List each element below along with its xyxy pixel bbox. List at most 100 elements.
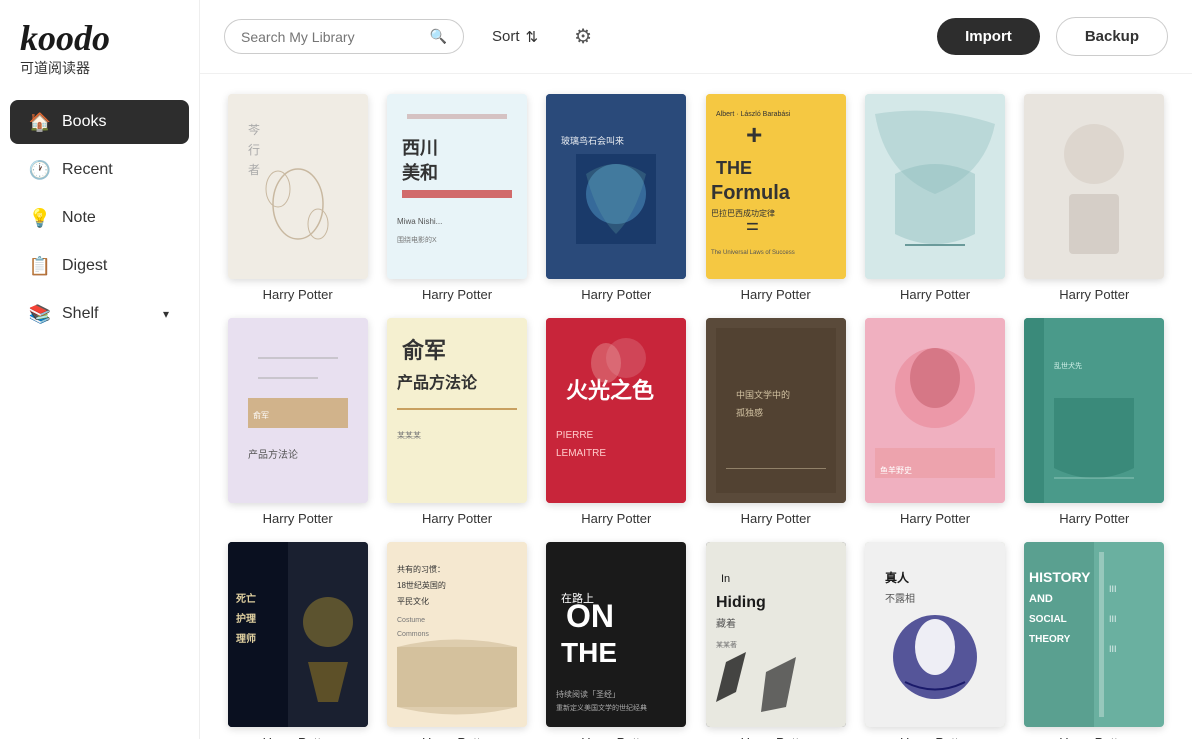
- list-item[interactable]: Harry Potter: [861, 94, 1008, 302]
- list-item[interactable]: 在路上 ON THE 持续阅读「圣经」 重新定义美国文学的世纪经典 Harry …: [543, 542, 690, 739]
- svg-text:ON: ON: [566, 598, 614, 634]
- svg-text:某某著: 某某著: [716, 640, 737, 649]
- book-title: Harry Potter: [1059, 287, 1129, 302]
- list-item[interactable]: Albert · László Barabási + THE Formula 巴…: [702, 94, 849, 302]
- bulb-icon: 💡: [30, 208, 50, 228]
- list-item[interactable]: 中国文学中的 孤独感 Harry Potter: [702, 318, 849, 526]
- svg-text:The Universal Laws of Success: The Universal Laws of Success: [711, 250, 795, 256]
- home-icon: 🏠: [30, 112, 50, 132]
- book-cover: [1024, 94, 1164, 279]
- book-title: Harry Potter: [263, 511, 333, 526]
- list-item[interactable]: Harry Potter: [1021, 94, 1168, 302]
- svg-text:玻璃鸟石会叫来: 玻璃鸟石会叫来: [561, 135, 624, 146]
- book-cover: 玻璃鸟石会叫来: [546, 94, 686, 279]
- book-cover: In Hiding 藏着 某某著: [706, 542, 846, 727]
- svg-text:Albert · László Barabási: Albert · László Barabási: [716, 111, 791, 118]
- svg-text:Miwa Nishi...: Miwa Nishi...: [397, 217, 442, 226]
- main-content: 🔍 Sort ⇅ ⚙ Import Backup 芩 行 者: [200, 0, 1192, 739]
- gear-icon: ⚙: [574, 26, 592, 48]
- chevron-down-icon: ▾: [163, 307, 169, 321]
- list-item[interactable]: 俞军 产品方法论 某某某 Harry Potter: [383, 318, 530, 526]
- list-item[interactable]: 西川 美和 Miwa Nishi... 围绕电影的X Harry Potter: [383, 94, 530, 302]
- sidebar-item-note[interactable]: 💡 Note: [10, 196, 189, 240]
- svg-text:孤独感: 孤独感: [736, 407, 763, 418]
- svg-text:行: 行: [248, 143, 260, 157]
- svg-text:俞军: 俞军: [253, 410, 269, 420]
- svg-text:LEMAITRE: LEMAITRE: [556, 448, 606, 459]
- book-title: Harry Potter: [581, 735, 651, 739]
- svg-text:中国文学中的: 中国文学中的: [736, 389, 790, 400]
- book-title: Harry Potter: [1059, 511, 1129, 526]
- sidebar-shelf-label: Shelf: [62, 305, 98, 323]
- list-item[interactable]: 芩 行 者 Harry Potter: [224, 94, 371, 302]
- sort-button[interactable]: Sort ⇅: [480, 20, 550, 54]
- list-item[interactable]: 真人 不露相 Harry Potter: [861, 542, 1008, 739]
- svg-text:PIERRE: PIERRE: [556, 430, 594, 441]
- svg-text:Commons: Commons: [397, 631, 429, 638]
- svg-text:产品方法论: 产品方法论: [248, 448, 298, 461]
- list-item[interactable]: HISTORY AND SOCIAL THEORY III III III Ha…: [1021, 542, 1168, 739]
- svg-text:THE: THE: [561, 637, 617, 668]
- header: 🔍 Sort ⇅ ⚙ Import Backup: [200, 0, 1192, 74]
- book-cover: 共有的习惯： 18世纪英国的 平民文化 Costume Commons: [387, 542, 527, 727]
- backup-button[interactable]: Backup: [1056, 17, 1168, 56]
- svg-text:围绕电影的X: 围绕电影的X: [397, 235, 437, 244]
- svg-text:藏着: 藏着: [716, 617, 736, 630]
- sidebar-item-books[interactable]: 🏠 Books: [10, 100, 189, 144]
- list-item[interactable]: 俞军 产品方法论 Harry Potter: [224, 318, 371, 526]
- svg-text:产品方法论: 产品方法论: [397, 373, 478, 392]
- svg-text:THE: THE: [716, 158, 752, 178]
- svg-text:理师: 理师: [236, 632, 256, 645]
- svg-text:THEORY: THEORY: [1029, 634, 1071, 645]
- list-item[interactable]: 共有的习惯： 18世纪英国的 平民文化 Costume Commons Harr…: [383, 542, 530, 739]
- list-item[interactable]: 死亡 护理 理师 Harry Potter: [224, 542, 371, 739]
- svg-text:持续阅读「圣经」: 持续阅读「圣经」: [556, 689, 620, 699]
- list-item[interactable]: 鱼羊野史 Harry Potter: [861, 318, 1008, 526]
- settings-button[interactable]: ⚙: [566, 16, 600, 57]
- book-cover: 火光之色 PIERRE LEMAITRE: [546, 318, 686, 503]
- svg-text:巴拉巴西成功定律: 巴拉巴西成功定律: [711, 208, 775, 218]
- svg-text:Hiding: Hiding: [716, 594, 766, 611]
- list-item[interactable]: In Hiding 藏着 某某著 Harry Potter: [702, 542, 849, 739]
- book-cover: 中国文学中的 孤独感: [706, 318, 846, 503]
- book-grid-container: 芩 行 者 Harry Potter 西川 美和: [200, 74, 1192, 739]
- sidebar-item-recent[interactable]: 🕐 Recent: [10, 148, 189, 192]
- svg-text:III: III: [1109, 644, 1117, 654]
- sidebar-item-digest[interactable]: 📋 Digest: [10, 244, 189, 288]
- sidebar-item-shelf[interactable]: 📚 Shelf ▾: [10, 292, 189, 336]
- list-item[interactable]: 火光之色 PIERRE LEMAITRE Harry Potter: [543, 318, 690, 526]
- svg-text:不露相: 不露相: [885, 592, 915, 605]
- svg-text:18世纪英国的: 18世纪英国的: [397, 580, 446, 590]
- list-item[interactable]: 玻璃鸟石会叫来 Harry Potter: [543, 94, 690, 302]
- svg-text:芩: 芩: [248, 123, 260, 137]
- sidebar-recent-label: Recent: [62, 161, 113, 179]
- svg-text:死亡: 死亡: [236, 592, 256, 605]
- list-item[interactable]: 乱世犬先 Harry Potter: [1021, 318, 1168, 526]
- svg-text:护理: 护理: [236, 612, 256, 625]
- book-cover: HISTORY AND SOCIAL THEORY III III III: [1024, 542, 1164, 727]
- book-title: Harry Potter: [422, 287, 492, 302]
- search-icon: 🔍: [430, 28, 447, 45]
- book-title: Harry Potter: [741, 511, 811, 526]
- book-title: Harry Potter: [741, 287, 811, 302]
- book-title: Harry Potter: [900, 735, 970, 739]
- book-title: Harry Potter: [581, 511, 651, 526]
- svg-text:AND: AND: [1029, 593, 1053, 605]
- svg-text:III: III: [1109, 614, 1117, 624]
- svg-text:鱼羊野史: 鱼羊野史: [880, 465, 912, 475]
- logo-subtitle: 可道阅读器: [20, 58, 179, 78]
- import-button[interactable]: Import: [937, 18, 1040, 55]
- book-cover: 死亡 护理 理师: [228, 542, 368, 727]
- book-title: Harry Potter: [422, 735, 492, 739]
- search-box[interactable]: 🔍: [224, 19, 464, 54]
- svg-text:平民文化: 平民文化: [397, 596, 429, 606]
- book-title: Harry Potter: [900, 287, 970, 302]
- search-input[interactable]: [241, 29, 422, 45]
- svg-text:Formula: Formula: [711, 182, 791, 204]
- book-cover: 俞军 产品方法论: [228, 318, 368, 503]
- svg-text:Costume: Costume: [397, 617, 425, 624]
- logo-area: koodo 可道阅读器: [0, 20, 199, 98]
- svg-text:SOCIAL: SOCIAL: [1029, 614, 1067, 625]
- book-title: Harry Potter: [263, 287, 333, 302]
- book-cover: 在路上 ON THE 持续阅读「圣经」 重新定义美国文学的世纪经典: [546, 542, 686, 727]
